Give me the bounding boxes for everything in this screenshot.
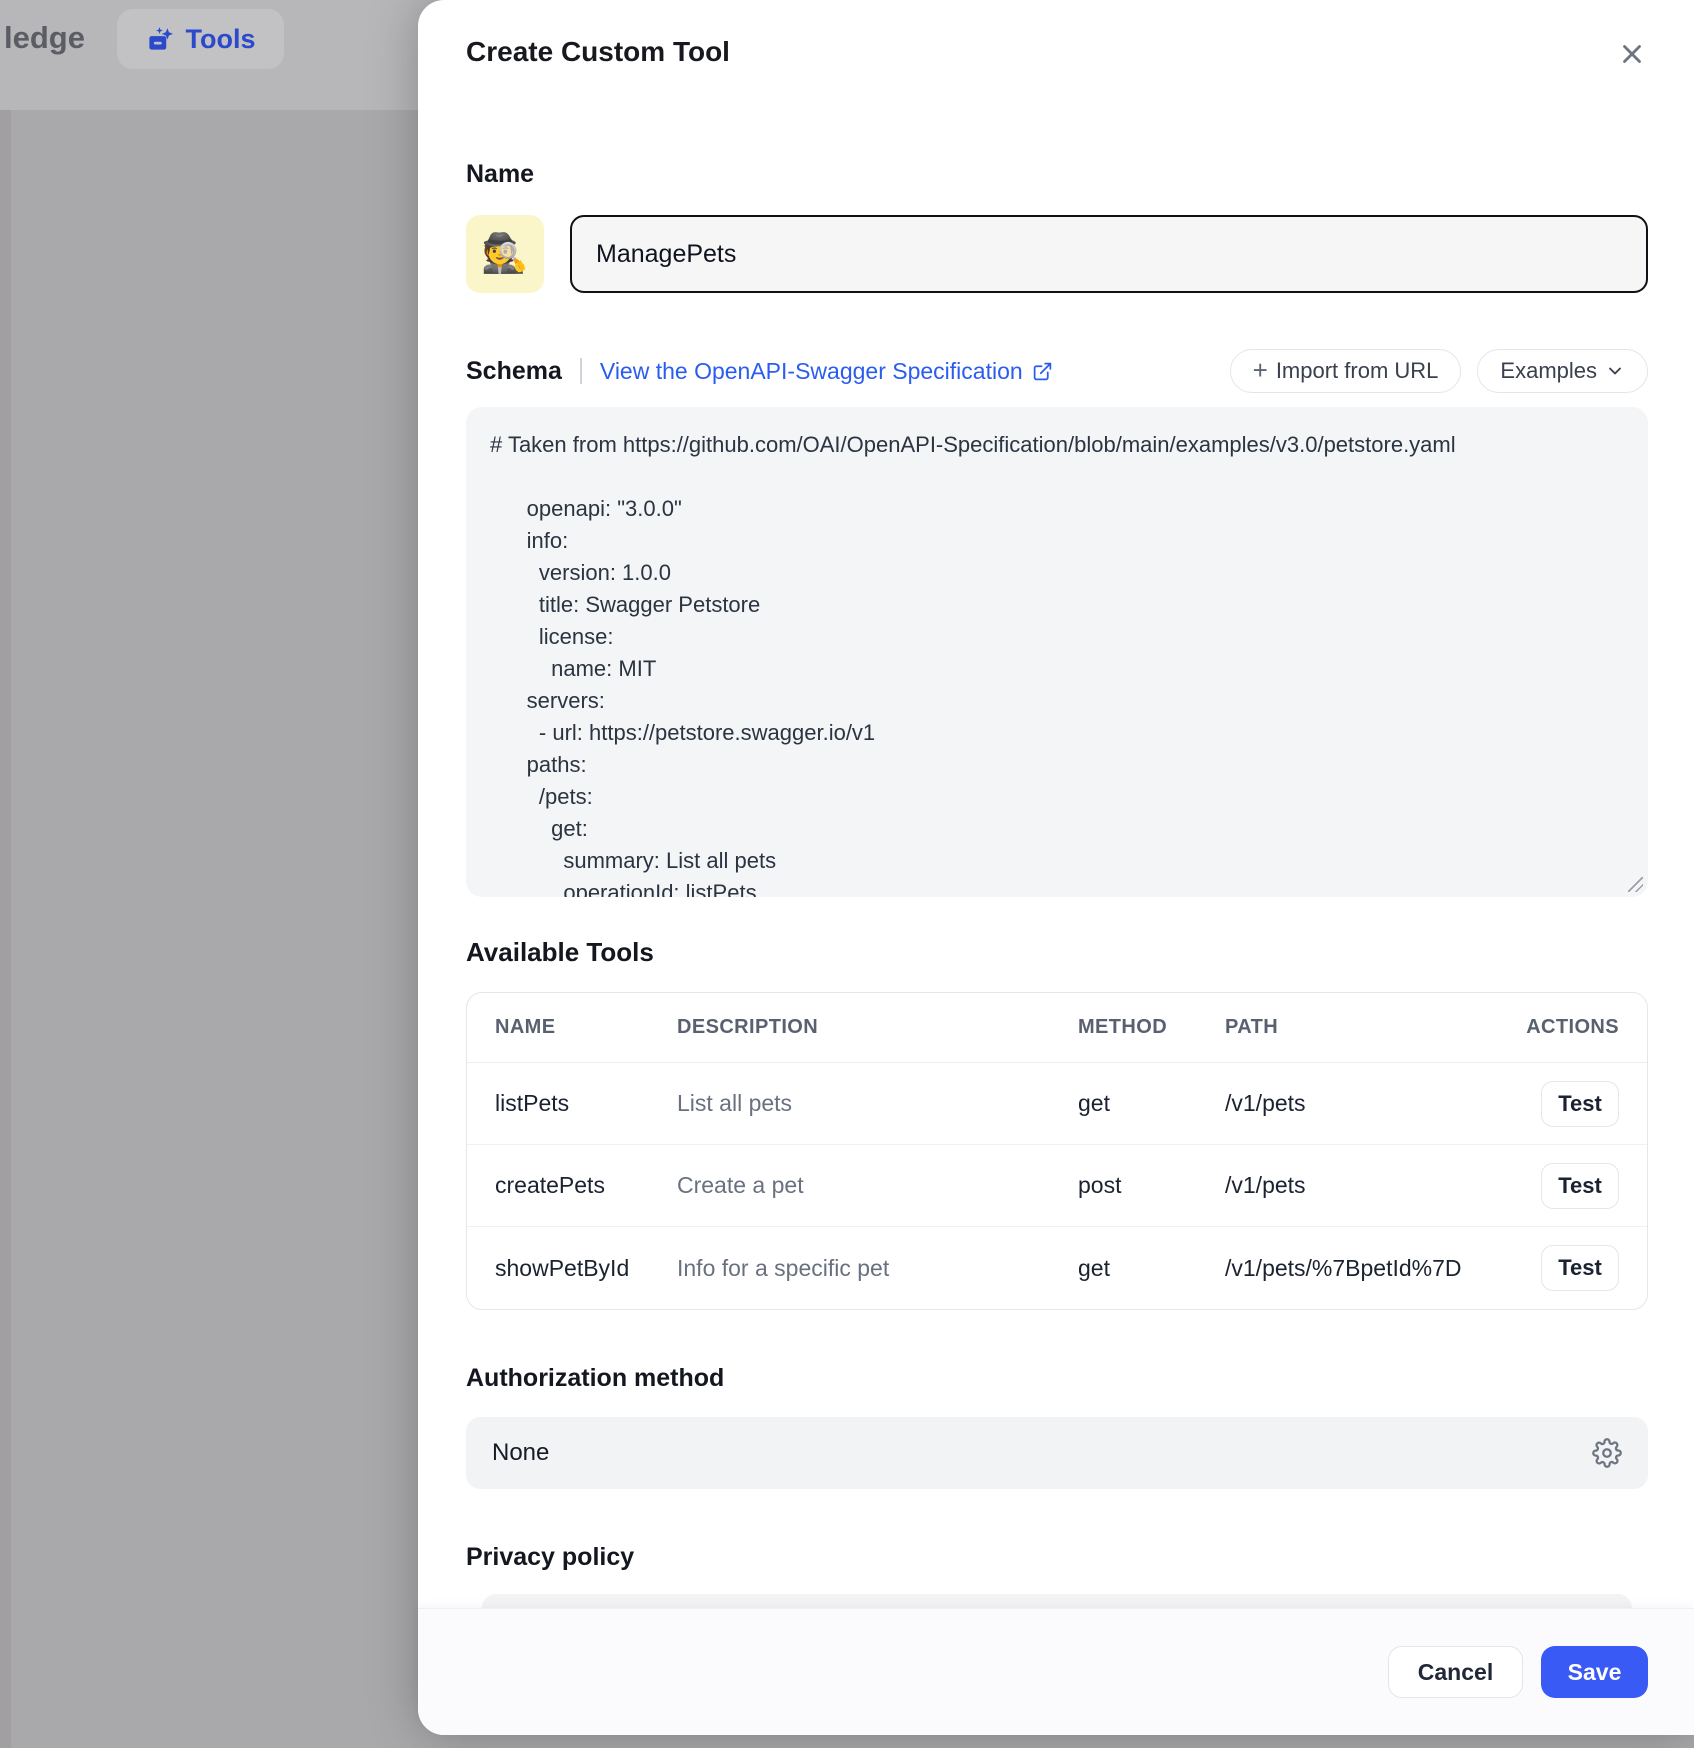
tool-description: Create a pet xyxy=(677,1172,1078,1199)
test-button[interactable]: Test xyxy=(1541,1163,1619,1209)
tool-method: get xyxy=(1078,1090,1225,1117)
modal-body: Name 🕵️ Schema View the OpenAPI-Swagger … xyxy=(418,160,1694,1616)
spec-link-label: View the OpenAPI-Swagger Specification xyxy=(600,358,1023,385)
column-header-actions: ACTIONS xyxy=(1526,1016,1619,1039)
authorization-heading: Authorization method xyxy=(466,1364,1648,1393)
column-header-description: DESCRIPTION xyxy=(677,1016,1078,1039)
examples-dropdown-button[interactable]: Examples xyxy=(1477,349,1648,393)
external-link-icon xyxy=(1032,361,1053,382)
table-header-row: NAME DESCRIPTION METHOD PATH ACTIONS xyxy=(467,993,1647,1063)
schema-row: Schema View the OpenAPI-Swagger Specific… xyxy=(466,349,1648,393)
available-tools-table: NAME DESCRIPTION METHOD PATH ACTIONS lis… xyxy=(466,992,1648,1310)
authorization-value: None xyxy=(492,1439,549,1467)
authorization-method-field[interactable]: None xyxy=(466,1417,1648,1489)
schema-editor[interactable]: # Taken from https://github.com/OAI/Open… xyxy=(466,407,1648,897)
plus-icon: + xyxy=(1253,355,1268,386)
tool-icon-picker[interactable]: 🕵️ xyxy=(466,215,544,293)
close-icon xyxy=(1617,39,1647,69)
column-header-method: METHOD xyxy=(1078,1016,1225,1039)
tab-tools-label: Tools xyxy=(186,24,256,55)
available-tools-heading: Available Tools xyxy=(466,937,1648,968)
test-button[interactable]: Test xyxy=(1541,1081,1619,1127)
name-section-heading: Name xyxy=(466,160,1648,189)
tool-name-input[interactable] xyxy=(570,215,1648,293)
table-row: createPets Create a pet post /v1/pets Te… xyxy=(467,1145,1647,1227)
test-button[interactable]: Test xyxy=(1541,1245,1619,1291)
tool-path: /v1/pets xyxy=(1225,1090,1525,1117)
app-left-edge xyxy=(0,110,11,1748)
tool-method: post xyxy=(1078,1172,1225,1199)
modal-footer: Cancel Save xyxy=(418,1608,1694,1735)
tool-description: List all pets xyxy=(677,1090,1078,1117)
import-from-url-label: Import from URL xyxy=(1276,358,1439,384)
save-button[interactable]: Save xyxy=(1541,1646,1648,1698)
detective-emoji-icon: 🕵️ xyxy=(481,232,528,276)
modal-header: Create Custom Tool xyxy=(418,0,1694,100)
column-header-name: NAME xyxy=(495,1016,677,1039)
schema-section-heading: Schema xyxy=(466,357,562,386)
name-row: 🕵️ xyxy=(466,215,1648,293)
close-button[interactable] xyxy=(1612,34,1652,74)
examples-label: Examples xyxy=(1500,358,1597,384)
modal-title: Create Custom Tool xyxy=(466,36,730,67)
table-row: showPetById Info for a specific pet get … xyxy=(467,1227,1647,1309)
tool-name: listPets xyxy=(495,1090,677,1117)
table-row: listPets List all pets get /v1/pets Test xyxy=(467,1063,1647,1145)
resize-handle[interactable] xyxy=(1628,877,1643,892)
vertical-divider xyxy=(580,358,582,384)
schema-actions: + Import from URL Examples xyxy=(1230,349,1648,393)
cancel-button[interactable]: Cancel xyxy=(1388,1646,1523,1698)
openapi-spec-link[interactable]: View the OpenAPI-Swagger Specification xyxy=(600,358,1053,385)
chevron-down-icon xyxy=(1605,361,1625,381)
tool-method: get xyxy=(1078,1255,1225,1282)
create-custom-tool-modal: Create Custom Tool Name 🕵️ Schema View t… xyxy=(418,0,1694,1735)
column-header-path: PATH xyxy=(1225,1016,1525,1039)
import-from-url-button[interactable]: + Import from URL xyxy=(1230,349,1462,393)
tool-name: createPets xyxy=(495,1172,677,1199)
tool-path: /v1/pets xyxy=(1225,1172,1525,1199)
schema-yaml-text: # Taken from https://github.com/OAI/Open… xyxy=(466,407,1648,897)
tool-description: Info for a specific pet xyxy=(677,1255,1078,1282)
tools-icon xyxy=(146,26,173,53)
tool-path: /v1/pets/%7BpetId%7D xyxy=(1225,1255,1525,1282)
tool-name: showPetById xyxy=(495,1255,677,1282)
tab-tools[interactable]: Tools xyxy=(117,9,284,69)
gear-icon[interactable] xyxy=(1592,1438,1622,1468)
privacy-policy-heading: Privacy policy xyxy=(466,1543,1648,1572)
nav-item-knowledge-partial[interactable]: ledge xyxy=(4,20,85,56)
